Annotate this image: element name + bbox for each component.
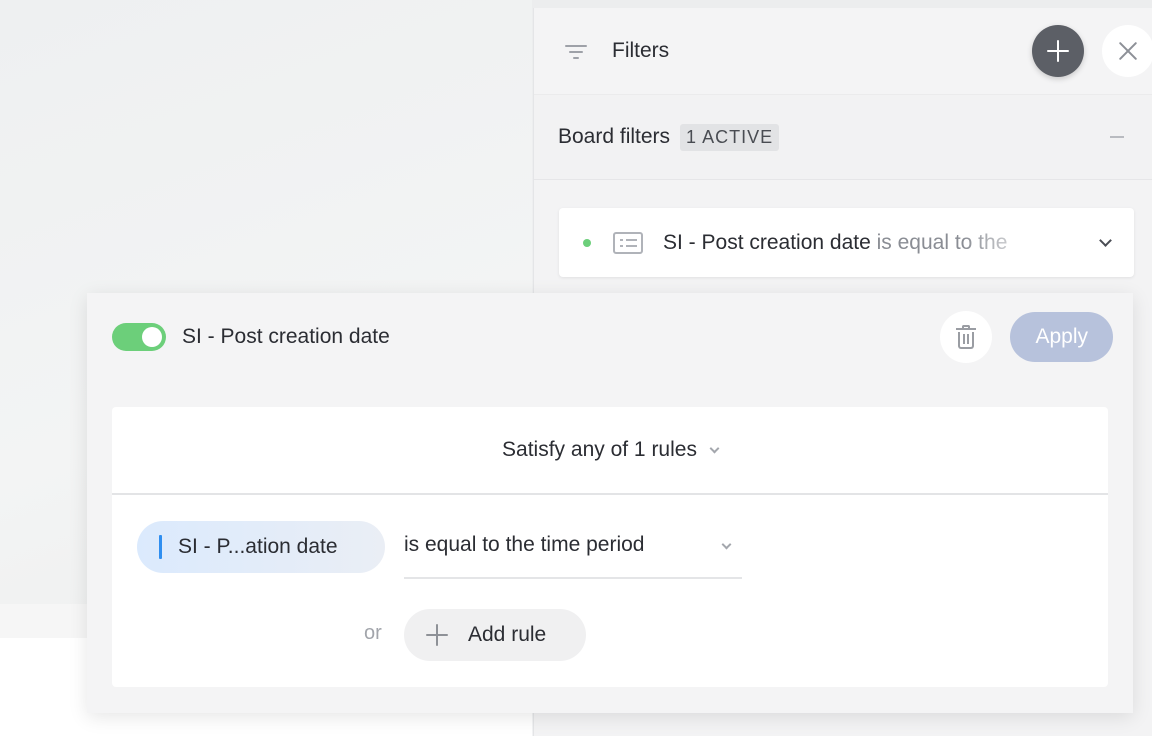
rule-field-label: SI - P...ation date bbox=[178, 535, 338, 558]
rule-row: SI - P...ation date bbox=[137, 521, 385, 573]
active-count-badge: 1 ACTIVE bbox=[680, 123, 780, 151]
close-panel-button[interactable] bbox=[1102, 25, 1152, 77]
editor-title: SI - Post creation date bbox=[182, 325, 390, 348]
rule-operator-select[interactable]: is equal to the time period bbox=[404, 527, 742, 579]
field-type-indicator bbox=[159, 535, 162, 559]
chevron-down-icon bbox=[709, 443, 720, 453]
rule-operator-label: is equal to the time period bbox=[404, 533, 645, 556]
or-label: or bbox=[364, 622, 382, 644]
chevron-down-icon[interactable] bbox=[1099, 234, 1112, 247]
board-filters-section[interactable]: Board filters 1 ACTIVE bbox=[534, 94, 1152, 180]
chevron-down-icon bbox=[721, 539, 732, 550]
minus-icon[interactable] bbox=[1110, 136, 1124, 138]
header-actions bbox=[1032, 25, 1152, 77]
delete-filter-button[interactable] bbox=[940, 311, 993, 363]
filter-card-summary: SI - Post creation date is equal to the bbox=[663, 231, 1047, 255]
rule-field-chip[interactable]: SI - P...ation date bbox=[137, 521, 385, 573]
active-status-dot bbox=[583, 238, 591, 247]
filters-panel-header: Filters bbox=[534, 8, 1152, 94]
toggle-knob bbox=[142, 327, 162, 347]
filter-enabled-toggle[interactable] bbox=[112, 323, 166, 351]
add-rule-label: Add rule bbox=[468, 623, 547, 646]
filter-card[interactable]: SI - Post creation date is equal to the bbox=[559, 208, 1134, 277]
board-filters-label: Board filters bbox=[558, 125, 671, 148]
editor-actions: Apply bbox=[940, 311, 1113, 363]
trash-icon bbox=[956, 325, 977, 349]
match-mode-label: Satisfy any of 1 rules bbox=[502, 438, 697, 461]
add-rule-button[interactable]: Add rule bbox=[404, 609, 586, 661]
close-icon bbox=[1118, 41, 1138, 61]
filter-rule-editor: SI - Post creation date Apply Satisfy an… bbox=[87, 293, 1133, 713]
rules-card: Satisfy any of 1 rules SI - P...ation da… bbox=[112, 407, 1108, 687]
match-mode-dropdown[interactable]: Satisfy any of 1 rules bbox=[112, 407, 1108, 495]
editor-header: SI - Post creation date Apply bbox=[87, 293, 1133, 381]
filter-card-operator: is equal to the bbox=[870, 230, 1008, 254]
add-filter-button[interactable] bbox=[1032, 25, 1084, 77]
plus-icon bbox=[1047, 40, 1069, 62]
filter-card-field: SI - Post creation date bbox=[663, 230, 871, 254]
apply-button[interactable]: Apply bbox=[1010, 312, 1113, 362]
panel-title: Filters bbox=[612, 39, 670, 62]
list-icon bbox=[613, 231, 643, 254]
plus-icon bbox=[426, 624, 448, 646]
filter-icon bbox=[564, 39, 588, 63]
